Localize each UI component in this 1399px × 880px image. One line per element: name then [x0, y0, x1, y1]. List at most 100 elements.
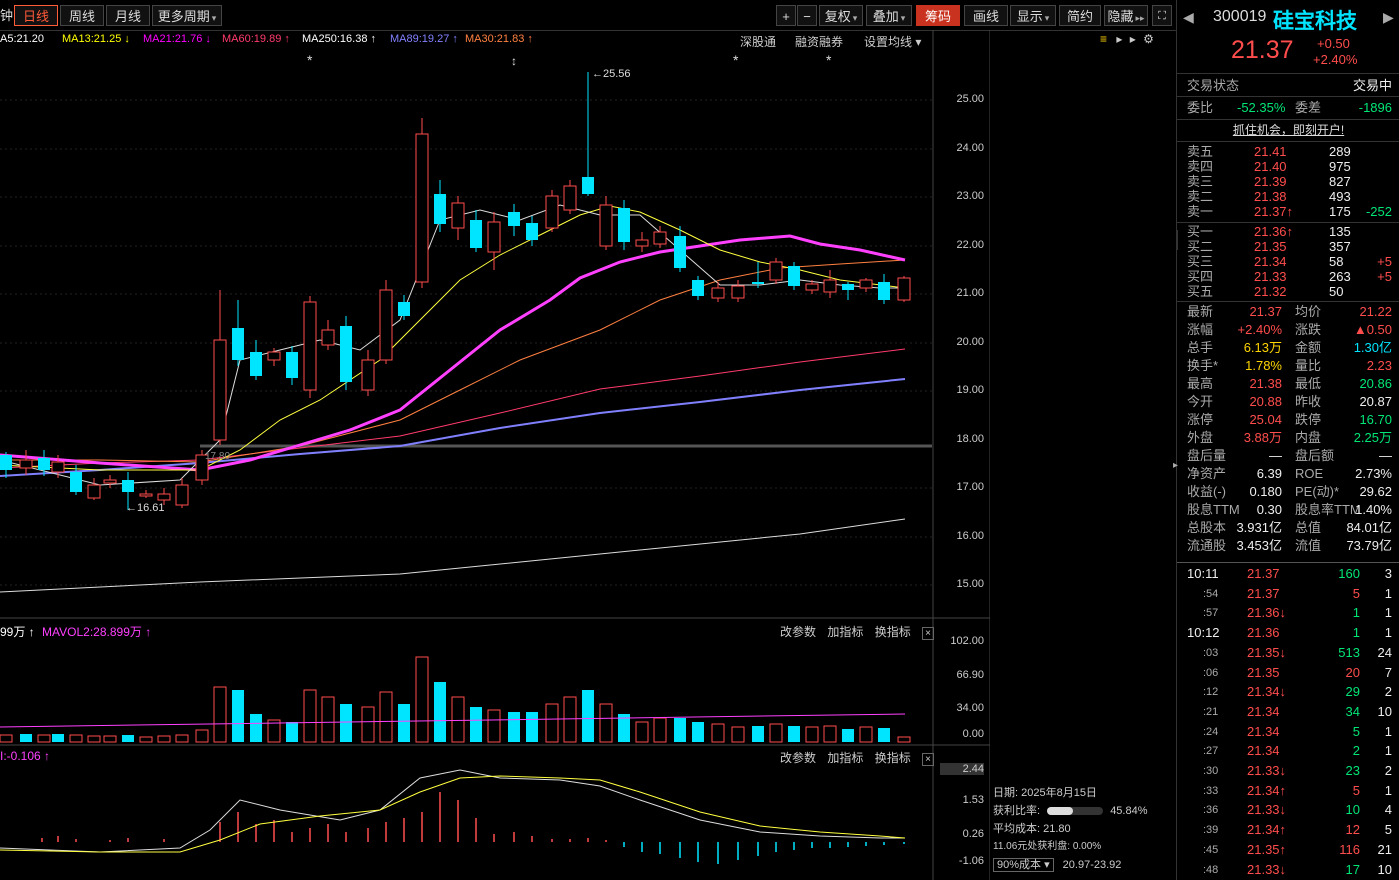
candle-body	[752, 282, 764, 284]
promo-link[interactable]: 抓住机会，即刻开户!	[1177, 121, 1399, 139]
tab-daily[interactable]: 日线	[14, 5, 58, 26]
candle-body	[545, 195, 559, 229]
overlay-dropdown[interactable]: 叠加 ▾	[866, 5, 912, 26]
flag-icon[interactable]: ▸	[1116, 32, 1122, 46]
edit-params-button[interactable]: 改参数	[780, 751, 816, 765]
cost-range-value: 20.97-23.92	[1062, 859, 1122, 871]
gear-icon[interactable]: ⚙	[1143, 32, 1154, 46]
edit-params-button[interactable]: 改参数	[780, 625, 816, 639]
ask-row[interactable]: 卖三 21.39 827	[1177, 174, 1399, 189]
volume-bar	[0, 734, 13, 743]
tick-row: :45 21.35↑ 116 21	[1177, 841, 1399, 859]
ask-row[interactable]: 卖五 21.41 289	[1177, 144, 1399, 159]
tick-time: :27	[1203, 745, 1219, 758]
volume-bar	[175, 734, 189, 743]
ma-legend-item: MA89:19.27 ↑	[390, 33, 458, 45]
quote-stat-row: 涨幅 +2.40% 涨跌 ▲0.50	[1177, 321, 1399, 339]
price-tick-label: 23.00	[956, 190, 984, 202]
volume-bar	[842, 729, 854, 742]
ask-row[interactable]: 卖四 21.40 975	[1177, 159, 1399, 174]
tick-time: :03	[1203, 646, 1219, 659]
volume-bar	[859, 726, 873, 743]
candle-body	[175, 484, 189, 506]
tick-count: 24	[1377, 644, 1392, 660]
stat-label: 换手*	[1187, 358, 1219, 373]
chip-mode-icon[interactable]: ≡	[1100, 32, 1107, 46]
volume-bar	[213, 686, 227, 743]
event-marker-icon: *	[307, 52, 313, 68]
ma-settings-link[interactable]: 设置均线 ▾	[864, 33, 921, 50]
adjust-dropdown[interactable]: 复权 ▾	[819, 5, 863, 26]
macd-tick-label: 0.26	[962, 828, 984, 840]
ask-row[interactable]: 卖一 21.37↑ 175 -252	[1177, 204, 1399, 219]
hide-button[interactable]: 隐藏 ▸▸	[1104, 5, 1148, 26]
simple-mode-button[interactable]: 简约	[1059, 5, 1101, 26]
tick-price: 21.35↓	[1247, 644, 1287, 660]
bid-row[interactable]: 买一 21.36↑ 135	[1177, 224, 1399, 239]
stat-value: 20.87	[1359, 394, 1392, 409]
ma21-line	[0, 234, 906, 472]
tick-time: :30	[1203, 765, 1219, 777]
zoom-in-button[interactable]: +	[776, 5, 796, 26]
volume-bar	[451, 696, 465, 743]
close-icon[interactable]: ×	[922, 627, 934, 640]
double-arrow-right-icon: ▸▸	[1135, 13, 1145, 23]
level-price: 21.34	[1254, 254, 1287, 269]
add-indicator-button[interactable]: 加指标	[827, 625, 863, 639]
tick-price: 21.36	[1247, 625, 1280, 641]
flag-icon[interactable]: ▸	[1130, 32, 1136, 46]
candle-body	[0, 455, 12, 470]
stat-value: 16.70	[1359, 412, 1392, 427]
bid-row[interactable]: 买二 21.35 357	[1177, 239, 1399, 254]
quote-stat-row: 盘后量 — 盘后额 —	[1177, 447, 1399, 465]
add-indicator-button[interactable]: 加指标	[827, 751, 863, 765]
stat-label: 均价	[1295, 304, 1322, 319]
margin-trading-link[interactable]: 融资融券	[795, 33, 843, 50]
zoom-out-button[interactable]: −	[797, 5, 817, 26]
macd-panel-buttons: 改参数 加指标 换指标 ×	[780, 749, 934, 766]
tick-time: :12	[1203, 686, 1219, 699]
close-icon[interactable]: ×	[922, 753, 934, 766]
candle-body	[361, 359, 375, 391]
event-marker-icon: *	[826, 52, 832, 68]
bid-row[interactable]: 买五 21.32 50	[1177, 284, 1399, 299]
next-stock-icon[interactable]: ▶	[1383, 9, 1394, 26]
ma-legend-item: MA13:21.25 ↓	[62, 33, 130, 45]
quote-stat-row: 股息TTM 0.30 股息率TTM 1.40%	[1177, 501, 1399, 519]
switch-indicator-button[interactable]: 换指标	[875, 751, 911, 765]
display-dropdown[interactable]: 显示 ▾	[1010, 5, 1056, 26]
switch-indicator-button[interactable]: 换指标	[875, 625, 911, 639]
more-periods-dropdown[interactable]: 更多周期 ▾	[152, 5, 222, 26]
stat-value: 21.37	[1249, 304, 1282, 319]
draw-line-button[interactable]: 画线	[964, 5, 1008, 26]
tick-time: 10:11	[1187, 566, 1219, 581]
level-label: 卖四	[1187, 159, 1214, 174]
tab-weekly[interactable]: 周线	[60, 5, 104, 26]
volume-bar	[250, 714, 262, 742]
hk-connect-link[interactable]: 深股通	[740, 33, 776, 50]
candle-body	[51, 461, 65, 473]
quote-stat-row: 总手 6.13万 金额 1.30亿	[1177, 339, 1399, 357]
volume-bar	[582, 690, 594, 742]
level-volume: 175	[1329, 204, 1351, 219]
tick-volume: 23	[1345, 763, 1360, 778]
volume-bar	[415, 656, 429, 743]
chips-button[interactable]: 筹码	[916, 5, 960, 26]
candle-body	[487, 221, 501, 253]
collapse-panel-icon[interactable]: ▸	[1173, 460, 1178, 471]
prev-stock-icon[interactable]: ◀	[1183, 9, 1194, 26]
bid-row[interactable]: 买三 21.34 58 +5	[1177, 254, 1399, 269]
stat-label: 盘后量	[1187, 448, 1227, 463]
volume-bar	[545, 703, 559, 743]
cost-percent-select[interactable]: 90%成本 ▾	[993, 858, 1054, 872]
period-minute-tab[interactable]: 钟	[0, 5, 13, 26]
chevron-down-icon: ▾	[211, 13, 217, 23]
ask-row[interactable]: 卖二 21.38 493	[1177, 189, 1399, 204]
fullscreen-icon[interactable]: ⛶	[1152, 5, 1172, 26]
stat-value: 2.73%	[1355, 466, 1392, 481]
volume-bar	[286, 722, 298, 742]
bid-row[interactable]: 买四 21.33 263 +5	[1177, 269, 1399, 284]
volume-bar	[398, 704, 410, 742]
level-price: 21.38	[1254, 189, 1287, 204]
tab-monthly[interactable]: 月线	[106, 5, 150, 26]
